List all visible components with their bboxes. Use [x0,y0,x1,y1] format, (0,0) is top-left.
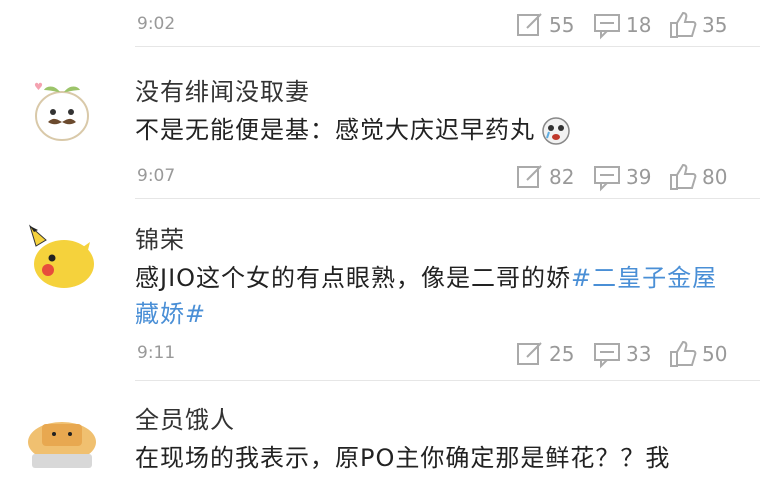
post-meta-row: 9:11 25 33 50 [0,339,760,369]
like-button[interactable]: 35 [668,10,727,40]
repost-count: 82 [549,165,575,189]
user-avatar[interactable] [22,216,102,296]
like-count: 80 [702,165,728,189]
comment-text-row: 在现场的我表示，原PO主你确定那是鲜花？？我 [135,440,735,476]
divider [135,380,760,381]
comment-button[interactable]: 18 [592,10,651,40]
username[interactable]: 没有绯闻没取妻 [135,72,310,107]
repost-button[interactable]: 25 [515,339,574,369]
post-time: 9:11 [137,343,176,363]
comment-count: 18 [626,13,652,37]
crying-face-emoji [542,117,570,145]
like-count: 35 [702,13,728,37]
repost-icon [517,342,542,365]
repost-count: 55 [549,13,575,37]
repost-button[interactable]: 55 [515,10,574,40]
post-time: 9:02 [137,14,176,34]
repost-icon [517,165,542,188]
comment-icon [594,166,620,192]
comment-feed: 9:02 55 18 35 ♥ 没有绯闻没取妻 不是无能便是基：感觉大庆迟早药丸… [0,0,760,476]
comment-icon [594,343,620,369]
post-meta-row: 9:02 55 18 35 [0,10,760,40]
comment-text: 不是无能便是基：感觉大庆迟早药丸 [135,116,535,144]
post-time: 9:07 [137,166,176,186]
comment-text: 在现场的我表示，原PO主你确定那是鲜花？？我 [135,444,671,472]
comment-text-row: 不是无能便是基：感觉大庆迟早药丸 [135,112,735,148]
like-button[interactable]: 80 [668,162,727,192]
repost-button[interactable]: 82 [515,162,574,192]
like-button[interactable]: 50 [668,339,727,369]
username[interactable]: 锦荣 [135,220,185,255]
divider [135,198,760,199]
user-avatar[interactable] [22,398,102,478]
svg-text:♥: ♥ [34,82,43,93]
comment-text: 感JIO这个女的有点眼熟，像是二哥的娇 [135,264,572,292]
repost-icon [517,13,542,36]
comment-text-row: 感JIO这个女的有点眼熟，像是二哥的娇#二皇子金屋藏娇# [135,260,735,332]
like-icon [670,340,697,367]
like-icon [670,11,697,38]
user-avatar[interactable]: ♥ [22,70,102,150]
like-icon [670,163,697,190]
comment-count: 39 [626,165,652,189]
comment-count: 33 [626,342,652,366]
comment-button[interactable]: 33 [592,339,651,369]
like-count: 50 [702,342,728,366]
divider [135,46,760,47]
username[interactable]: 全员饿人 [135,400,235,435]
comment-button[interactable]: 39 [592,162,651,192]
post-meta-row: 9:07 82 39 80 [0,162,760,192]
comment-icon [594,14,620,40]
repost-count: 25 [549,342,575,366]
